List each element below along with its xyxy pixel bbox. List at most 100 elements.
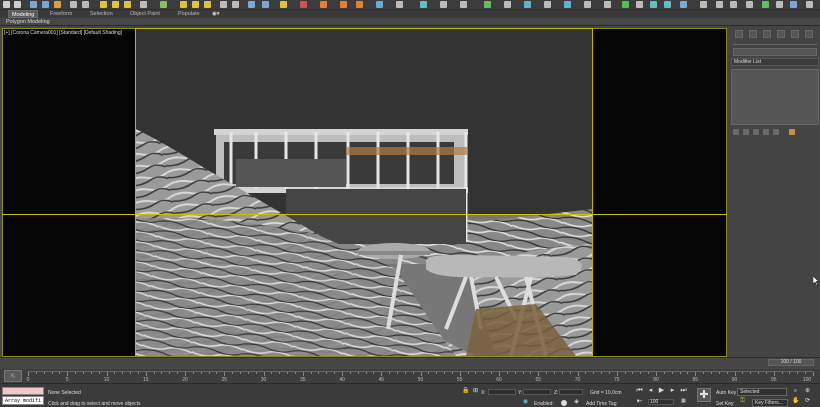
tool-icon-13[interactable] [636,1,643,8]
tool-icon-8[interactable] [544,1,551,8]
create-tab-icon[interactable] [735,30,743,38]
tool-icon-5[interactable] [484,1,491,8]
layer-icon[interactable] [248,1,255,8]
remove-modifier-icon[interactable] [763,129,769,135]
tool-icon-6[interactable] [504,1,511,8]
move-icon[interactable] [100,1,107,8]
render-setup-icon[interactable] [320,1,327,8]
tool-icon-19[interactable] [730,1,737,8]
maxscript-mini-listener[interactable]: Array modifi [2,396,44,405]
reference-coord-icon[interactable] [140,1,147,8]
pivot-icon[interactable] [160,1,167,8]
pin-stack-icon[interactable] [733,129,739,135]
tab-populate[interactable]: Populate [178,10,200,18]
tool-icon-9[interactable] [564,1,571,8]
auto-key-button[interactable]: Auto Key [716,390,736,396]
select-by-name-icon[interactable] [82,1,89,8]
tool-icon-4[interactable] [460,1,467,8]
tool-icon-20[interactable] [746,1,753,8]
set-key-button[interactable]: Set Key [716,401,734,407]
adaptive-degradation-icon[interactable]: ◉ [522,399,529,406]
next-frame-icon[interactable]: ▸ [669,387,676,394]
tool-icon-3[interactable] [440,1,447,8]
scale-icon[interactable] [124,1,131,8]
x-coordinate-field[interactable] [488,389,516,395]
tool-icon-23[interactable] [790,1,797,8]
ribbon-options-icon[interactable]: ◉▾ [212,10,220,18]
tool-icon-17[interactable] [700,1,707,8]
modifier-list-dropdown[interactable]: Modifier List [731,58,819,66]
tool-icon-2[interactable] [420,1,427,8]
tool-icon-16[interactable] [680,1,687,8]
tool-icon-15[interactable] [664,1,671,8]
zoom-icon[interactable]: ⌕ [792,388,799,395]
enabled-toggle[interactable] [561,400,567,406]
render-frame-icon[interactable] [340,1,347,8]
tool-icon-11[interactable] [604,1,611,8]
time-slider[interactable]: 100 / 100 [768,359,814,366]
undo-icon[interactable] [3,1,10,8]
maxscript-listener-output[interactable] [2,387,44,395]
tab-freeform[interactable]: Freeform [50,10,72,18]
orbit-icon[interactable]: ⟳ [804,398,811,405]
graph-editor-icon[interactable] [262,1,269,8]
select-icon[interactable] [70,1,77,8]
tool-icon-7[interactable] [524,1,531,8]
motion-tab-icon[interactable] [777,30,785,38]
zoom-all-icon[interactable]: ⊕ [804,388,811,395]
rotate-icon[interactable] [112,1,119,8]
viewport-label[interactable]: [+] [Corona Camera001] [Standard] [Defau… [4,30,122,36]
mirror-icon[interactable] [220,1,227,8]
snap-icon[interactable] [180,1,187,8]
tool-icon-21[interactable] [762,1,769,8]
current-frame-field[interactable]: 100 [648,399,674,405]
tool-icon-24[interactable] [806,1,813,8]
tool-icon-12[interactable] [622,1,629,8]
tool-icon-1[interactable] [396,1,403,8]
schematic-icon[interactable] [280,1,287,8]
y-coordinate-field[interactable] [523,389,551,395]
z-coordinate-field[interactable] [559,389,583,395]
render-icon[interactable] [356,1,363,8]
edit-stack-icon[interactable] [789,129,795,135]
pan-icon[interactable]: ✋ [792,398,799,405]
previous-frame-icon[interactable]: ◂ [647,387,654,394]
object-name-field[interactable] [733,48,817,56]
unlink-icon[interactable] [42,1,49,8]
time-tag-icon[interactable]: ◈ [573,399,580,406]
time-config-icon[interactable]: ▦ [680,398,687,405]
link-icon[interactable] [30,1,37,8]
tool-icon-18[interactable] [716,1,723,8]
key-filters-button[interactable]: Key Filters... [752,399,788,407]
tool-icon-14[interactable] [650,1,657,8]
set-key-icon[interactable]: ✚ [697,388,711,402]
tab-object-paint[interactable]: Object Paint [130,10,160,18]
display-tab-icon[interactable] [791,30,799,38]
material-editor-icon[interactable] [300,1,307,8]
relative-absolute-icon[interactable]: ⊞ [472,388,479,395]
utilities-tab-icon[interactable] [805,30,813,38]
tool-icon-10[interactable] [584,1,591,8]
align-icon[interactable] [232,1,239,8]
time-slider-bar[interactable] [0,357,820,369]
key-filter-icon[interactable]: ⚿ [739,398,746,405]
frame-ruler[interactable]: 0 5 10 15 20 25 30 35 40 45 50 55 60 65 70 75 80 85 90 95 10… [27,371,814,383]
corona-interactive-icon[interactable] [376,1,383,8]
hierarchy-tab-icon[interactable] [763,30,771,38]
modify-tab-icon[interactable] [749,30,757,38]
configure-modifier-sets-icon[interactable] [773,129,779,135]
modifier-stack[interactable] [731,69,819,125]
add-time-tag-button[interactable]: Add Time Tag [586,401,616,407]
make-unique-icon[interactable] [753,129,759,135]
angle-snap-icon[interactable] [192,1,199,8]
percent-snap-icon[interactable] [204,1,211,8]
play-icon[interactable]: ▶ [658,387,665,394]
polygon-modeling-label[interactable]: Polygon Modeling [6,18,50,26]
tab-selection[interactable]: Selection [90,10,113,18]
key-mode-icon[interactable]: ⇤ [636,398,643,405]
go-to-start-icon[interactable]: ⏮ [636,387,643,394]
redo-icon[interactable] [14,1,21,8]
go-to-end-icon[interactable]: ⏭ [680,387,687,394]
open-mini-curve-editor-icon[interactable]: ᵗ⁄ₓ [4,370,22,382]
bind-spacewarp-icon[interactable] [54,1,61,8]
